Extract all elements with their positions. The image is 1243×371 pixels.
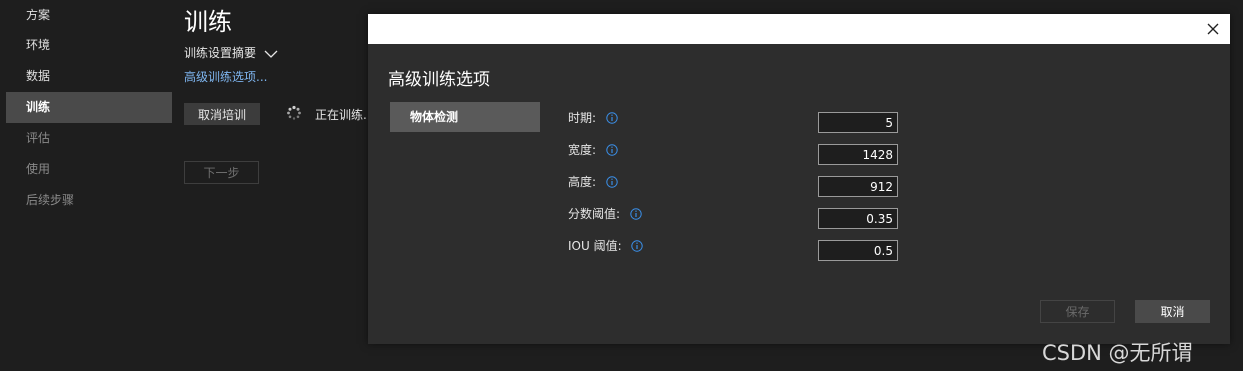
epochs-label: 时期: xyxy=(568,111,597,125)
score-threshold-label-row: 分数阈值: xyxy=(568,205,642,222)
cancel-training-button[interactable]: 取消培训 xyxy=(184,103,260,125)
info-icon[interactable] xyxy=(606,144,618,156)
tab-object-detection[interactable]: 物体检测 xyxy=(390,102,540,132)
loading-spinner-icon xyxy=(287,105,301,120)
dialog-close-button[interactable] xyxy=(1202,18,1224,40)
score-threshold-input[interactable] xyxy=(818,208,898,229)
info-icon[interactable] xyxy=(630,208,642,220)
cancel-button[interactable]: 取消 xyxy=(1135,300,1210,323)
training-summary-toggle[interactable]: 训练设置摘要 xyxy=(184,44,278,61)
iou-threshold-label-row: IOU 阈值: xyxy=(568,237,644,254)
info-icon[interactable] xyxy=(606,176,618,188)
height-label-row: 高度: xyxy=(568,173,618,190)
info-icon[interactable] xyxy=(606,112,618,124)
sidebar-item-next-steps[interactable]: 后续步骤 xyxy=(6,185,172,216)
training-summary-label: 训练设置摘要 xyxy=(184,46,257,60)
chevron-down-icon xyxy=(264,50,278,58)
sidebar-item-plan[interactable]: 方案 xyxy=(6,0,172,31)
sidebar-item-evaluate[interactable]: 评估 xyxy=(6,123,172,154)
advanced-training-dialog: 高级训练选项 物体检测 时期: 宽度: 高度: 分数阈值: xyxy=(368,14,1230,344)
width-label: 宽度: xyxy=(568,143,597,157)
iou-threshold-input[interactable] xyxy=(818,240,898,261)
epochs-input[interactable] xyxy=(818,112,898,133)
width-input[interactable] xyxy=(818,144,898,165)
save-button[interactable]: 保存 xyxy=(1040,300,1115,323)
next-step-button[interactable]: 下一步 xyxy=(184,161,259,184)
epochs-label-row: 时期: xyxy=(568,109,618,126)
watermark-text: CSDN @无所谓 xyxy=(1042,341,1193,365)
advanced-training-options-link[interactable]: 高级训练选项... xyxy=(184,68,267,85)
info-icon[interactable] xyxy=(631,240,644,252)
dialog-titlebar xyxy=(368,14,1230,44)
width-label-row: 宽度: xyxy=(568,141,618,158)
sidebar-item-consume[interactable]: 使用 xyxy=(6,154,172,185)
height-input[interactable] xyxy=(818,176,898,197)
training-status-text: 正在训练.. xyxy=(315,108,371,122)
close-icon xyxy=(1207,23,1219,35)
dialog-title: 高级训练选项 xyxy=(388,70,490,90)
page-title: 训练 xyxy=(184,8,232,36)
iou-threshold-label: IOU 阈值: xyxy=(568,239,622,253)
sidebar: 方案 环境 数据 训练 评估 使用 后续步骤 xyxy=(0,0,172,371)
sidebar-item-train[interactable]: 训练 xyxy=(6,92,172,123)
sidebar-item-environment[interactable]: 环境 xyxy=(6,30,172,61)
height-label: 高度: xyxy=(568,175,597,189)
score-threshold-label: 分数阈值: xyxy=(568,207,621,221)
sidebar-item-data[interactable]: 数据 xyxy=(6,61,172,92)
